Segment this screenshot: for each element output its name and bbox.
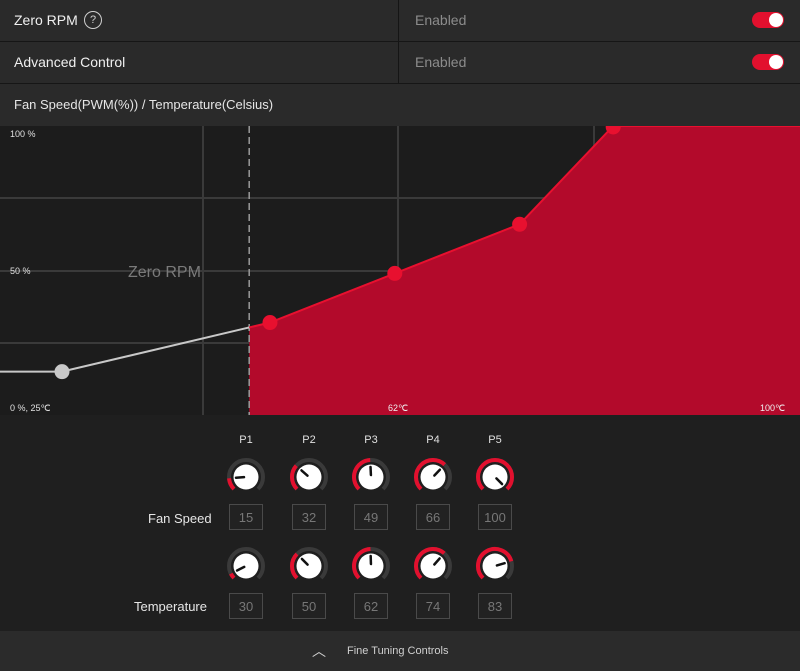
fan-speed-knob-p2[interactable] xyxy=(289,457,329,497)
temperature-value-p4[interactable]: 74 xyxy=(416,593,450,619)
curve-point-p2[interactable] xyxy=(262,315,278,331)
fine-tuning-footer[interactable]: ︿ Fine Tuning Controls xyxy=(0,631,800,671)
toggle-knob xyxy=(769,55,783,69)
zero-rpm-row: Zero RPM ? Enabled xyxy=(0,0,800,42)
fan-speed-value-p5[interactable]: 100 xyxy=(478,504,512,530)
advanced-control-toggle[interactable] xyxy=(752,54,784,70)
x-tick-100: 100℃ xyxy=(760,403,785,413)
graph-title: Fan Speed(PWM(%)) / Temperature(Celsius) xyxy=(14,97,274,112)
divider xyxy=(398,42,399,83)
temperature-knob-p5[interactable] xyxy=(475,546,515,586)
zero-rpm-region-label: Zero RPM xyxy=(128,264,201,281)
toggle-knob xyxy=(769,13,783,27)
point-label-p1: P1 xyxy=(239,434,253,446)
chevron-up-icon[interactable]: ︿ xyxy=(312,641,326,661)
zero-rpm-status: Enabled xyxy=(415,12,467,28)
temperature-knob-p2[interactable] xyxy=(289,546,329,586)
point-label-p5: P5 xyxy=(488,434,502,446)
advanced-control-status: Enabled xyxy=(415,54,467,70)
zero-rpm-toggle[interactable] xyxy=(752,12,784,28)
curve-point-p4[interactable] xyxy=(512,216,528,232)
point-label-p2: P2 xyxy=(302,434,316,446)
graph-title-bar: Fan Speed(PWM(%)) / Temperature(Celsius) xyxy=(0,84,800,126)
temperature-knob-p1[interactable] xyxy=(226,546,266,586)
origin-tick: 0 %, 25℃ xyxy=(10,403,51,413)
curve-point-p3[interactable] xyxy=(387,265,403,281)
temperature-value-p3[interactable]: 62 xyxy=(354,593,388,619)
curve-point-p1[interactable] xyxy=(54,364,70,380)
fan-speed-knob-p4[interactable] xyxy=(413,457,453,497)
divider xyxy=(398,0,399,41)
help-icon[interactable]: ? xyxy=(84,11,102,29)
fan-speed-value-p2[interactable]: 32 xyxy=(292,504,326,530)
fan-speed-value-p3[interactable]: 49 xyxy=(354,504,388,530)
temperature-knob-p4[interactable] xyxy=(413,546,453,586)
fan-speed-knob-p1[interactable] xyxy=(226,457,266,497)
point-label-p4: P4 xyxy=(426,434,440,446)
y-tick-50: 50 % xyxy=(10,266,31,276)
point-label-p3: P3 xyxy=(364,434,378,446)
fan-curve-chart[interactable]: Zero RPM 100 % 50 % 0 %, 25℃ 62℃ 100℃ xyxy=(0,126,800,415)
fine-tuning-label: Fine Tuning Controls xyxy=(347,645,449,657)
zero-rpm-label: Zero RPM xyxy=(14,12,78,28)
fan-speed-value-p4[interactable]: 66 xyxy=(416,504,450,530)
temperature-label: Temperature xyxy=(134,599,207,614)
temperature-knob-p3[interactable] xyxy=(351,546,391,586)
curve-point-controls: P1 P2 P3 P4 P5 Fan Speed Temperature 15 32 49 6… xyxy=(0,415,800,631)
temperature-value-p2[interactable]: 50 xyxy=(292,593,326,619)
advanced-control-label: Advanced Control xyxy=(14,54,126,70)
y-tick-100: 100 % xyxy=(10,129,36,139)
fan-speed-knob-p3[interactable] xyxy=(351,457,391,497)
fan-speed-knob-p5[interactable] xyxy=(475,457,515,497)
temperature-value-p5[interactable]: 83 xyxy=(478,593,512,619)
x-tick-62: 62℃ xyxy=(388,403,408,413)
advanced-control-row: Advanced Control Enabled xyxy=(0,42,800,84)
temperature-value-p1[interactable]: 30 xyxy=(229,593,263,619)
fan-speed-label: Fan Speed xyxy=(148,511,212,526)
fan-speed-value-p1[interactable]: 15 xyxy=(229,504,263,530)
